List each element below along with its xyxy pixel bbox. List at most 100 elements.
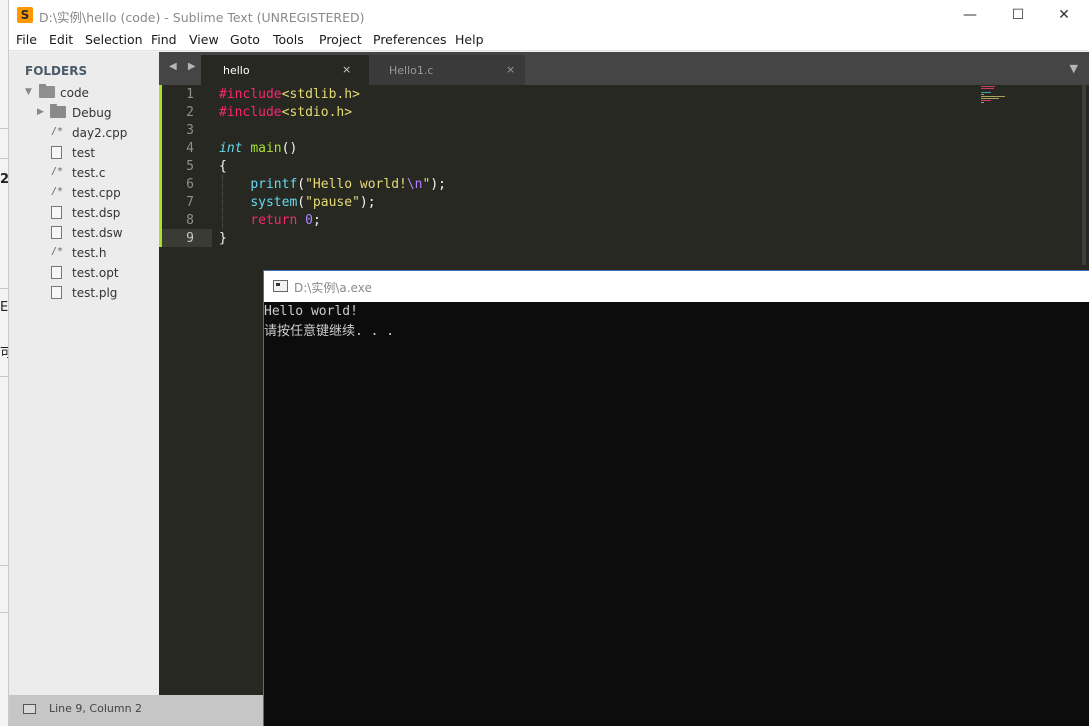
code-token: #include [219, 105, 282, 120]
code-token: { [219, 159, 227, 174]
folder-icon [50, 104, 66, 118]
line-number: 4 [186, 141, 194, 156]
menu-view[interactable]: View [189, 32, 219, 47]
file-label: test.cpp [72, 186, 121, 200]
menu-find[interactable]: Find [151, 32, 177, 47]
menu-file[interactable]: File [16, 32, 37, 47]
folder-open-icon [39, 84, 55, 98]
code-token: int [219, 141, 243, 156]
code-token: <stdio.h> [281, 105, 353, 120]
minimize-button[interactable]: — [947, 4, 993, 26]
menu-bar: File Edit Selection Find View Goto Tools… [9, 30, 1089, 51]
code-token: main [250, 141, 282, 156]
close-button[interactable]: ✕ [1041, 4, 1087, 26]
menu-preferences[interactable]: Preferences [373, 32, 447, 47]
file-item[interactable]: test.plg [51, 284, 155, 304]
console-window[interactable]: D:\实例\a.exe Hello world! 请按任意键继续. . . [263, 270, 1089, 726]
menu-selection[interactable]: Selection [85, 32, 143, 47]
folder-root[interactable]: ▼ code [25, 84, 155, 104]
line-number: 5 [186, 159, 194, 174]
tab-nav-arrows-icon[interactable]: ◀ ▶ [169, 61, 200, 72]
code-token: 0 [305, 213, 313, 228]
line-number: 1 [186, 87, 194, 102]
code-line[interactable]: return 0; [219, 213, 320, 228]
code-file-icon: /* [51, 166, 64, 177]
file-item[interactable]: test.dsp [51, 204, 155, 224]
background-divider [0, 288, 8, 289]
menu-project[interactable]: Project [319, 32, 362, 47]
background-divider [0, 565, 8, 566]
folders-heading: FOLDERS [25, 64, 88, 78]
menu-help[interactable]: Help [455, 32, 484, 47]
code-line[interactable]: { [219, 159, 227, 174]
background-text: E [0, 300, 9, 315]
code-line[interactable]: #include<stdlib.h> [219, 87, 360, 102]
close-tab-icon[interactable]: × [506, 63, 515, 76]
background-divider [0, 158, 8, 159]
code-token: printf [250, 177, 298, 192]
panel-toggle-icon[interactable] [23, 704, 36, 714]
code-token: ); [359, 195, 376, 210]
window-title: D:\实例\hello (code) - Sublime Text (UNREG… [39, 10, 365, 25]
file-item[interactable]: test.opt [51, 264, 155, 284]
background-divider [0, 612, 8, 613]
code-token: ( [297, 195, 306, 210]
background-divider [0, 128, 8, 129]
console-line: Hello world! [264, 304, 358, 319]
line-number: 7 [186, 195, 194, 210]
tab-label: Hello1.c [389, 64, 434, 77]
file-item[interactable]: test [51, 144, 155, 164]
console-icon [273, 280, 288, 292]
console-line: 请按任意键继续. . . [264, 324, 395, 339]
file-label: test.h [72, 246, 107, 260]
console-output[interactable]: Hello world! 请按任意键继续. . . [264, 302, 1089, 726]
background-divider [0, 376, 8, 377]
minimap[interactable] [981, 85, 1017, 107]
file-icon [51, 146, 62, 159]
tab-dropdown-icon[interactable]: ▼ [1070, 62, 1078, 75]
code-line[interactable]: int main() [219, 141, 297, 156]
tab-hello1-c[interactable]: Hello1.c × [369, 55, 525, 85]
cursor-position: Line 9, Column 2 [49, 702, 143, 715]
file-item[interactable]: /* test.h [51, 244, 155, 264]
sublime-logo-icon: S [17, 7, 33, 23]
chevron-down-icon[interactable]: ▼ [25, 87, 32, 97]
code-line[interactable]: #include<stdio.h> [219, 105, 352, 120]
maximize-button[interactable]: ☐ [995, 4, 1041, 26]
file-item[interactable]: /* day2.cpp [51, 124, 155, 144]
code-token: <stdlib.h> [281, 87, 360, 102]
code-token: () [281, 141, 298, 156]
code-line[interactable]: system("pause"); [219, 195, 376, 210]
file-label: test [72, 146, 96, 160]
file-icon [51, 266, 62, 279]
sidebar: FOLDERS ▼ code ▶ Debug /* day2.cpp test … [9, 52, 159, 695]
file-label: Debug [72, 106, 112, 120]
menu-goto[interactable]: Goto [230, 32, 260, 47]
file-icon [51, 206, 62, 219]
file-label: test.plg [72, 286, 118, 300]
code-line[interactable]: } [219, 231, 227, 246]
code-line[interactable]: printf("Hello world!\n"); [219, 177, 446, 192]
console-title-bar[interactable]: D:\实例\a.exe [264, 271, 1089, 302]
file-icon [51, 226, 62, 239]
menu-edit[interactable]: Edit [49, 32, 73, 47]
code-token: "Hello world! [305, 177, 407, 192]
vertical-scrollbar[interactable] [1082, 85, 1086, 265]
folder-debug[interactable]: ▶ Debug [37, 104, 155, 124]
close-tab-icon[interactable]: × [342, 63, 351, 76]
background-window-edge [0, 0, 8, 726]
title-bar[interactable]: S D:\实例\hello (code) - Sublime Text (UNR… [9, 0, 1089, 30]
file-item[interactable]: /* test.c [51, 164, 155, 184]
file-icon [51, 286, 62, 299]
code-token: system [250, 195, 298, 210]
tab-bar: ◀ ▶ hello × Hello1.c × ▼ [159, 52, 1089, 85]
tab-hello[interactable]: hello × [201, 55, 371, 85]
file-item[interactable]: /* test.cpp [51, 184, 155, 204]
chevron-right-icon[interactable]: ▶ [37, 107, 44, 117]
file-item[interactable]: test.dsw [51, 224, 155, 244]
line-number: 3 [186, 123, 194, 138]
code-file-icon: /* [51, 126, 64, 137]
menu-tools[interactable]: Tools [273, 32, 304, 47]
